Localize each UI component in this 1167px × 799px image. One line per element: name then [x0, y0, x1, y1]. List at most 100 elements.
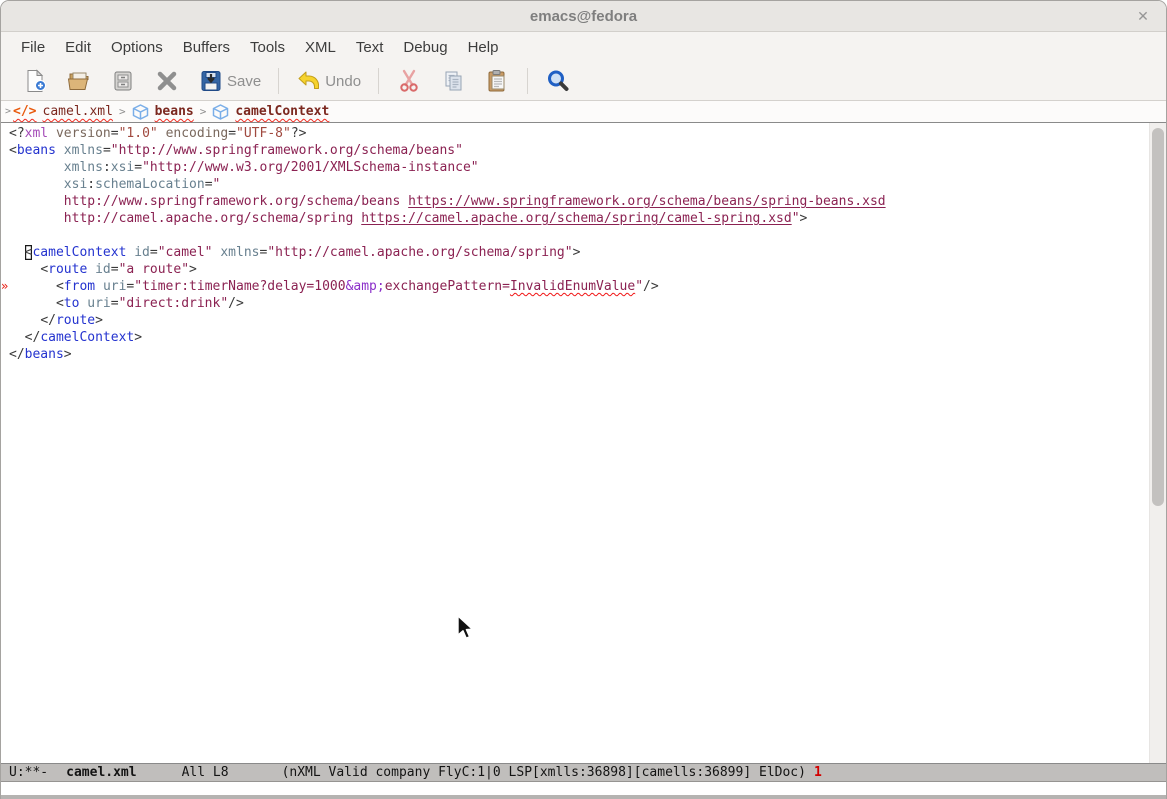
code-line-text: <camelContext id="camel" xmlns="http://c… [9, 244, 580, 261]
fringe [1, 227, 9, 244]
menu-options[interactable]: Options [101, 35, 173, 60]
code-line: <?xml version="1.0" encoding="UTF-8"?> [1, 125, 1150, 142]
code-line-text: <to uri="direct:drink"/> [9, 295, 244, 312]
code-line: <to uri="direct:drink"/> [1, 295, 1150, 312]
search-icon [545, 68, 571, 94]
cube-icon [212, 104, 229, 120]
copy-button[interactable] [431, 64, 475, 98]
code-line-text: </camelContext> [9, 329, 142, 346]
modeline: U:**- camel.xml All L8 (nXML Valid compa… [1, 763, 1166, 782]
code-line [1, 227, 1150, 244]
window-title: emacs@fedora [530, 8, 637, 25]
breadcrumb-item-camelcontext[interactable]: camelContext [212, 104, 329, 120]
search-button[interactable] [536, 64, 580, 98]
toolbar-separator [527, 68, 528, 94]
save-button-label: Save [227, 73, 261, 90]
breadcrumb-item-beans[interactable]: beans [132, 104, 194, 120]
cube-icon [132, 104, 149, 120]
menu-help[interactable]: Help [458, 35, 509, 60]
code-icon: </> [13, 104, 36, 119]
scrollbar-thumb[interactable] [1152, 128, 1164, 506]
editor-window: <?xml version="1.0" encoding="UTF-8"?><b… [1, 123, 1166, 763]
open-file-button[interactable] [57, 64, 101, 98]
code-line: <route id="a route"> [1, 261, 1150, 278]
modeline-position: All L8 [182, 765, 229, 780]
code-line-text: <from uri="timer:timerName?delay=1000&am… [9, 278, 659, 295]
fringe [1, 193, 9, 210]
breadcrumb: > </> camel.xml > beans > camelContext [1, 101, 1166, 123]
menu-tools[interactable]: Tools [240, 35, 295, 60]
code-line-text: xsi:schemaLocation=" [9, 176, 220, 193]
code-line-text: <route id="a route"> [9, 261, 197, 278]
titlebar: emacs@fedora ✕ [1, 1, 1166, 32]
menu-debug[interactable]: Debug [393, 35, 457, 60]
paste-icon [484, 68, 510, 94]
cut-icon [396, 68, 422, 94]
fringe [1, 210, 9, 227]
close-buffer-icon [154, 68, 180, 94]
code-line: <beans xmlns="http://www.springframework… [1, 142, 1150, 159]
menubar: File Edit Options Buffers Tools XML Text… [1, 32, 1166, 62]
code-area[interactable]: <?xml version="1.0" encoding="UTF-8"?><b… [1, 125, 1150, 763]
code-line-text: </route> [9, 312, 103, 329]
close-icon[interactable]: ✕ [1130, 1, 1156, 31]
menu-buffers[interactable]: Buffers [173, 35, 240, 60]
fringe [1, 346, 9, 363]
code-line: xsi:schemaLocation=" [1, 176, 1150, 193]
fringe [1, 312, 9, 329]
menu-file[interactable]: File [11, 35, 55, 60]
breadcrumb-file-label: camel.xml [43, 104, 113, 119]
code-line-text: <beans xmlns="http://www.springframework… [9, 142, 463, 159]
modeline-filename: camel.xml [66, 765, 136, 780]
save-button[interactable]: Save [189, 64, 270, 98]
fringe [1, 244, 9, 261]
breadcrumb-camelcontext-label: camelContext [235, 104, 329, 119]
code-line: http://www.springframework.org/schema/be… [1, 193, 1150, 210]
fringe [1, 329, 9, 346]
breadcrumb-item-file[interactable]: </> camel.xml [13, 104, 113, 119]
emacs-window: emacs@fedora ✕ File Edit Options Buffers… [0, 0, 1167, 799]
fringe [1, 176, 9, 193]
toolbar: Save Undo [1, 62, 1166, 101]
new-file-button[interactable] [13, 64, 57, 98]
scrollbar[interactable] [1149, 123, 1166, 763]
code-line: xmlns:xsi="http://www.w3.org/2001/XMLSch… [1, 159, 1150, 176]
window-bottom-edge [1, 795, 1166, 799]
code-line-text: http://www.springframework.org/schema/be… [9, 193, 886, 210]
fringe [1, 261, 9, 278]
menu-text[interactable]: Text [346, 35, 394, 60]
modeline-modes: (nXML Valid company FlyC:1|0 LSP[xmlls:3… [282, 765, 806, 780]
code-line: http://camel.apache.org/schema/spring ht… [1, 210, 1150, 227]
toolbar-separator [378, 68, 379, 94]
fringe [1, 159, 9, 176]
undo-button[interactable]: Undo [287, 64, 370, 98]
close-buffer-button[interactable] [145, 64, 189, 98]
breadcrumb-separator: > [113, 105, 132, 118]
error-fringe-indicator-icon: » [1, 278, 9, 295]
open-file-icon [66, 68, 92, 94]
directory-button[interactable] [101, 64, 145, 98]
paste-button[interactable] [475, 64, 519, 98]
code-line-text: </beans> [9, 346, 72, 363]
save-icon [198, 68, 224, 94]
code-line-text: http://camel.apache.org/schema/spring ht… [9, 210, 807, 227]
cut-button[interactable] [387, 64, 431, 98]
menu-edit[interactable]: Edit [55, 35, 101, 60]
toolbar-separator [278, 68, 279, 94]
fringe [1, 295, 9, 312]
code-line: </beans> [1, 346, 1150, 363]
modeline-prefix: U:**- [9, 765, 48, 780]
code-line-text: <?xml version="1.0" encoding="UTF-8"?> [9, 125, 306, 142]
code-line: </route> [1, 312, 1150, 329]
new-file-icon [22, 68, 48, 94]
echo-area [1, 782, 1166, 795]
breadcrumb-separator: > [194, 105, 213, 118]
code-line-text: xmlns:xsi="http://www.w3.org/2001/XMLSch… [9, 159, 479, 176]
breadcrumb-leading-separator: > [3, 106, 13, 117]
directory-icon [110, 68, 136, 94]
undo-icon [296, 68, 322, 94]
menu-xml[interactable]: XML [295, 35, 346, 60]
code-line: » <from uri="timer:timerName?delay=1000&… [1, 278, 1150, 295]
copy-icon [440, 68, 466, 94]
breadcrumb-beans-label: beans [155, 104, 194, 119]
